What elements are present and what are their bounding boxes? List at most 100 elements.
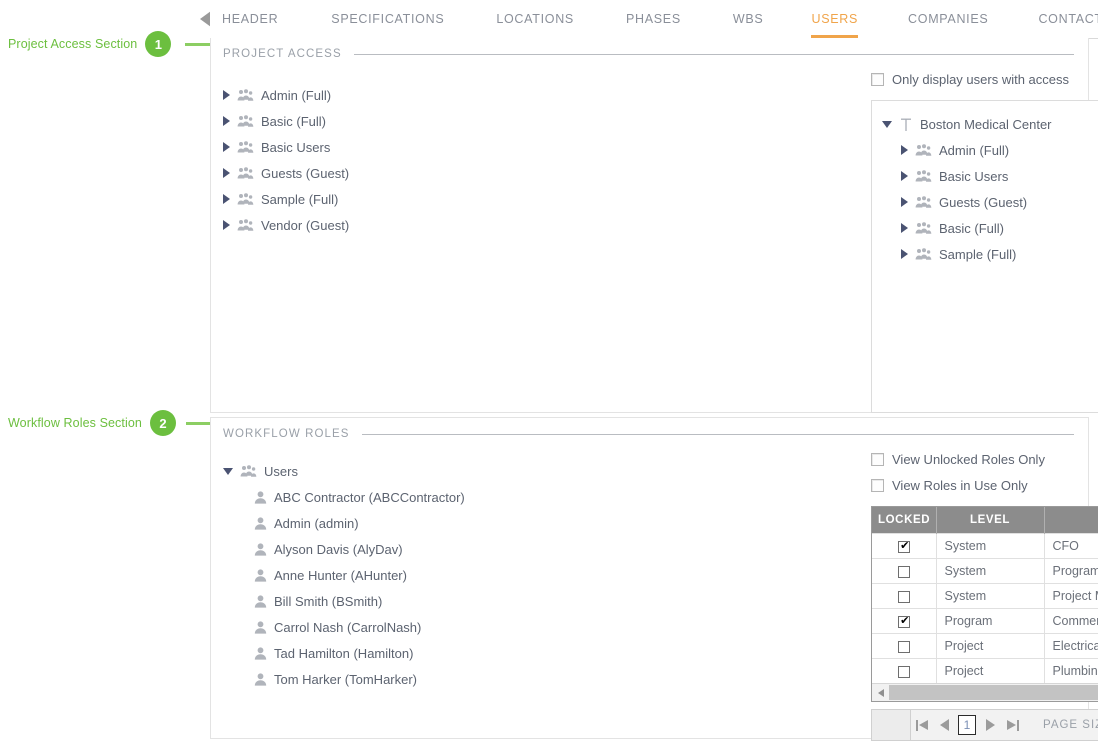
chevron-right-icon[interactable] (901, 197, 908, 207)
chevron-right-icon[interactable] (223, 168, 230, 178)
user-row[interactable]: Admin (admin) (221, 510, 661, 536)
workflow-roles-grid-column: View Unlocked Roles Only View Roles in U… (871, 446, 1098, 741)
tree-child-label: Admin (Full) (939, 143, 1009, 158)
user-row[interactable]: Carrol Nash (CarrolNash) (221, 614, 661, 640)
only-display-users-with-access-row[interactable]: Only display users with access (871, 68, 1098, 90)
tab-users[interactable]: USERS (811, 0, 858, 38)
column-header-level[interactable]: LEVEL (936, 507, 1044, 534)
annotation-badge-1: 1 (145, 31, 171, 57)
locked-checkbox[interactable] (898, 666, 910, 678)
chevron-right-icon[interactable] (223, 220, 230, 230)
column-header-role[interactable]: ROLE* (1044, 507, 1098, 534)
cell-locked[interactable] (872, 609, 936, 634)
user-row[interactable]: Bill Smith (BSmith) (221, 588, 661, 614)
chevron-right-icon[interactable] (901, 171, 908, 181)
locked-checkbox[interactable] (898, 591, 910, 603)
access-group-label: Sample (Full) (261, 192, 338, 207)
scroll-left-icon[interactable] (872, 684, 889, 701)
annotation-label-1: Project Access Section (8, 37, 137, 51)
table-row[interactable]: Project Plumbing Engineer Admin (872, 659, 1098, 684)
access-group-row[interactable]: Basic Users (221, 134, 661, 160)
user-row[interactable]: Alyson Davis (AlyDav) (221, 536, 661, 562)
last-page-button[interactable] (1001, 712, 1023, 738)
tab-locations[interactable]: LOCATIONS (496, 0, 574, 38)
cell-level: Project (936, 659, 1044, 684)
chevron-right-icon[interactable] (901, 145, 908, 155)
workflow-roles-panel: WORKFLOW ROLES Users (210, 417, 1089, 739)
cell-locked[interactable] (872, 559, 936, 584)
only-display-users-with-access-label: Only display users with access (892, 72, 1069, 87)
next-page-button[interactable] (979, 712, 1001, 738)
table-row[interactable]: Project Electrical Engineer Alyson (872, 634, 1098, 659)
chevron-down-icon[interactable] (882, 121, 892, 128)
user-label: Tom Harker (TomHarker) (274, 672, 417, 687)
cell-locked[interactable] (872, 534, 936, 559)
project-access-tree-panel[interactable]: Boston Medical Center Admin (871, 100, 1098, 413)
section-divider (354, 54, 1074, 55)
users-root-label: Users (264, 464, 298, 479)
view-unlocked-roles-only-row[interactable]: View Unlocked Roles Only (871, 446, 1098, 472)
user-row[interactable]: Tom Harker (TomHarker) (221, 666, 661, 692)
tab-contacts[interactable]: CONTACTS (1038, 0, 1098, 38)
view-unlocked-roles-only-checkbox[interactable] (871, 453, 884, 466)
cell-level: Project (936, 634, 1044, 659)
previous-page-button[interactable] (933, 712, 955, 738)
view-roles-in-use-only-checkbox[interactable] (871, 479, 884, 492)
chevron-right-icon[interactable] (223, 142, 230, 152)
user-icon (254, 621, 267, 634)
table-row[interactable]: System CFO Bill Sm (872, 534, 1098, 559)
table-row[interactable]: System Project Mgr Alyson (872, 584, 1098, 609)
page-number-1[interactable]: 1 (958, 715, 976, 735)
user-label: Carrol Nash (CarrolNash) (274, 620, 421, 635)
user-row[interactable]: Tad Hamilton (Hamilton) (221, 640, 661, 666)
locked-checkbox[interactable] (898, 616, 910, 628)
locked-checkbox[interactable] (898, 641, 910, 653)
chevron-right-icon[interactable] (223, 90, 230, 100)
user-row[interactable]: Anne Hunter (AHunter) (221, 562, 661, 588)
first-page-button[interactable] (911, 712, 933, 738)
user-label: Tad Hamilton (Hamilton) (274, 646, 413, 661)
tree-child-row[interactable]: Basic Users (880, 163, 1098, 189)
chevron-right-icon[interactable] (901, 249, 908, 259)
project-access-tree-column: Only display users with access Boston Me… (871, 68, 1098, 413)
access-group-row[interactable]: Basic (Full) (221, 108, 661, 134)
grid-horizontal-scrollbar[interactable] (872, 683, 1098, 701)
user-row[interactable]: ABC Contractor (ABCContractor) (221, 484, 661, 510)
tab-header[interactable]: HEADER (222, 0, 278, 38)
cell-locked[interactable] (872, 634, 936, 659)
chevron-right-icon[interactable] (223, 116, 230, 126)
tree-child-row[interactable]: Admin (Full) (880, 137, 1098, 163)
tab-phases[interactable]: PHASES (626, 0, 681, 38)
annotation-badge-2: 2 (150, 410, 176, 436)
tree-child-row[interactable]: Sample (Full) (880, 241, 1098, 267)
table-row[interactable]: System Program Manager Anne H (872, 559, 1098, 584)
access-group-row[interactable]: Sample (Full) (221, 186, 661, 212)
view-roles-in-use-only-row[interactable]: View Roles in Use Only (871, 472, 1098, 498)
user-label: Anne Hunter (AHunter) (274, 568, 407, 583)
tree-child-row[interactable]: Basic (Full) (880, 215, 1098, 241)
chevron-down-icon[interactable] (223, 468, 233, 475)
column-header-locked[interactable]: LOCKED (872, 507, 936, 534)
access-group-label: Vendor (Guest) (261, 218, 349, 233)
locked-checkbox[interactable] (898, 541, 910, 553)
section-divider (362, 434, 1074, 435)
table-row[interactable]: Program Commercial VP Tad Ha (872, 609, 1098, 634)
cell-locked[interactable] (872, 584, 936, 609)
users-root-row[interactable]: Users (221, 458, 661, 484)
scrollbar-thumb[interactable] (889, 685, 1098, 700)
tree-root-boston-medical-center[interactable]: Boston Medical Center (880, 111, 1098, 137)
tab-companies[interactable]: COMPANIES (908, 0, 988, 38)
access-group-row[interactable]: Admin (Full) (221, 82, 661, 108)
group-icon (237, 89, 254, 102)
scrollbar-track[interactable] (889, 684, 1098, 701)
locked-checkbox[interactable] (898, 566, 910, 578)
access-group-row[interactable]: Guests (Guest) (221, 160, 661, 186)
tree-child-row[interactable]: Guests (Guest) (880, 189, 1098, 215)
access-group-row[interactable]: Vendor (Guest) (221, 212, 661, 238)
chevron-right-icon[interactable] (223, 194, 230, 204)
only-display-users-with-access-checkbox[interactable] (871, 73, 884, 86)
tab-specifications[interactable]: SPECIFICATIONS (331, 0, 444, 38)
tab-wbs[interactable]: WBS (733, 0, 764, 38)
cell-locked[interactable] (872, 659, 936, 684)
chevron-right-icon[interactable] (901, 223, 908, 233)
